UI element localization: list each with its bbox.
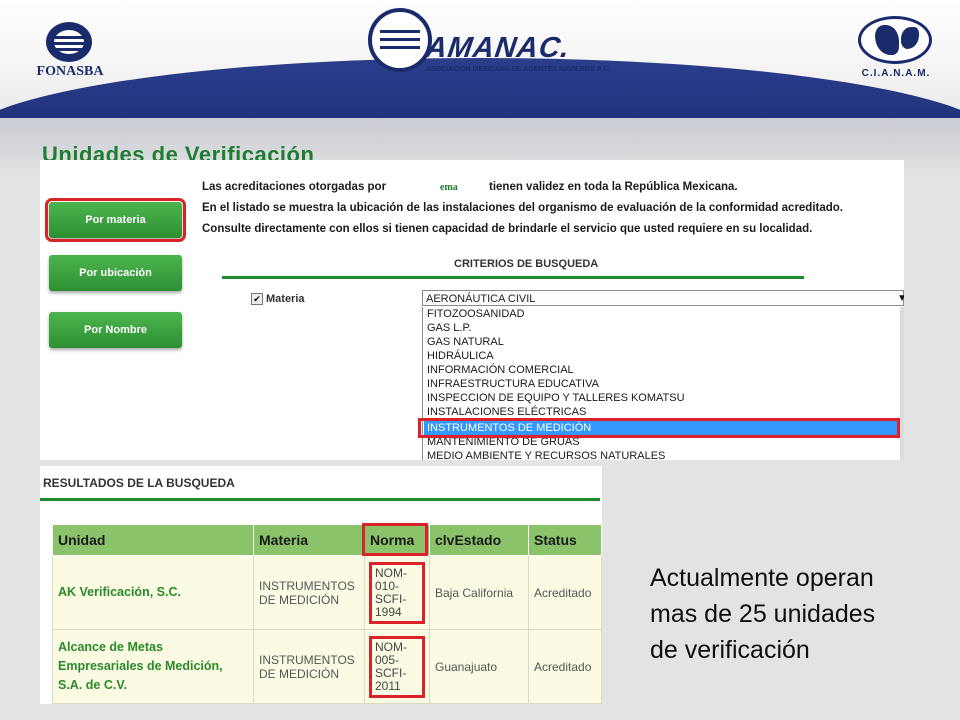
globe-icon [858,16,932,64]
cell-unidad[interactable]: AK Verificación, S.C. [52,555,254,630]
materia-line: DE MEDICIÓN [259,666,340,681]
note-line-1: Actualmente operan [650,564,874,592]
divider [40,498,600,501]
info-line-2: En el listado se muestra la ubicación de… [202,202,844,214]
fonasba-logo-text: FONASBA [36,64,104,79]
materia-checkbox[interactable]: ✔ [251,293,263,305]
slide-header: FONASBA AMANAC. ASOCIACION MEXICANA DE A… [0,0,960,118]
norma-line: 2011 [375,678,401,693]
norma-header-highlight [362,523,428,556]
table-header-row: Unidad Materia Norma clvEstado Status [52,524,602,556]
option-gas-lp[interactable]: GAS L.P. [424,321,900,335]
norma-line: SCFI- [375,665,407,680]
norma-line: 005- [375,652,400,667]
amanac-logo-text: AMANAC. [423,32,573,64]
por-ubicacion-button[interactable]: Por ubicación [49,255,182,291]
cell-status: Acreditado [528,555,602,630]
cell-status: Acreditado [528,629,602,704]
norma-highlight: NOM- 010- SCFI- 1994 [369,561,425,624]
amanac-logo: AMANAC. ASOCIACION MEXICANA DE AGENTES N… [368,8,611,82]
norma-line: SCFI- [375,591,407,606]
option-infraestructura-educativa[interactable]: INFRAESTRUCTURA EDUCATIVA [424,377,900,391]
fonasba-logo: FONASBA [28,22,112,84]
option-hidraulica[interactable]: HIDRÁULICA [424,349,900,363]
table-row: Alcance de Metas Empresariales de Medici… [52,629,602,704]
fonasba-emblem-icon [46,22,92,62]
norma-highlight: NOM- 005- SCFI- 2011 [369,635,425,698]
unidad-line: Empresariales de Medición, [58,659,223,673]
selected-option-highlight [418,418,900,438]
info-line-3: Consulte directamente con ellos si tiene… [202,223,813,235]
results-heading: RESULTADOS DE LA BUSQUEDA [43,476,235,490]
summary-note: Actualmente operan mas de 25 unidades de… [650,560,940,668]
norma-line: 1994 [375,604,402,619]
option-medio-ambiente[interactable]: MEDIO AMBIENTE Y RECURSOS NATURALES [424,449,900,460]
option-gas-natural[interactable]: GAS NATURAL [424,335,900,349]
col-clvestado: clvEstado [429,524,529,556]
cell-estado: Guanajuato [429,629,529,704]
cell-norma: NOM- 005- SCFI- 2011 [364,629,430,704]
amanac-logo-subtitle: ASOCIACION MEXICANA DE AGENTES NAVIEROS … [426,66,611,73]
info-line-1b: tienen validez en toda la República Mexi… [489,181,738,193]
por-nombre-button[interactable]: Por Nombre [49,312,182,348]
cell-unidad[interactable]: Alcance de Metas Empresariales de Medici… [52,629,254,704]
norma-line: NOM- [375,565,407,580]
ship-icon [368,8,432,72]
info-line-1a: Las acreditaciones otorgadas por [202,181,387,193]
cell-materia: INSTRUMENTOS DE MEDICIÓN [253,629,365,704]
materia-select-value: AERONÁUTICA CIVIL [426,293,536,305]
por-materia-button[interactable]: Por materia [45,198,186,242]
cianam-logo-text: C.I.A.N.A.M. [861,68,931,79]
materia-line: DE MEDICIÓN [259,592,340,607]
search-panel: Por materia Por ubicación Por Nombre Las… [40,160,904,460]
materia-line: INSTRUMENTOS [259,578,355,593]
materia-line: INSTRUMENTOS [259,652,355,667]
option-fitozoosanidad[interactable]: FITOZOOSANIDAD [424,307,900,321]
norma-line: NOM- [375,639,407,654]
option-instalaciones-electricas[interactable]: INSTALACIONES ELÉCTRICAS [424,405,900,419]
norma-line: 010- [375,578,400,593]
cell-norma: NOM- 010- SCFI- 1994 [364,555,430,630]
cell-materia: INSTRUMENTOS DE MEDICIÓN [253,555,365,630]
cell-estado: Baja California [429,555,529,630]
note-line-2: mas de 25 unidades [650,600,876,628]
listbox-scrollbar[interactable] [900,307,904,460]
materia-label: Materia [266,293,305,305]
cianam-logo: C.I.A.N.A.M. [850,16,942,84]
unidad-line: AK Verificación, S.C. [58,585,181,599]
results-panel: RESULTADOS DE LA BUSQUEDA Unidad Materia… [40,466,602,704]
chevron-down-icon[interactable]: ▼ [897,291,904,307]
note-line-3: de verificación [650,636,810,664]
col-materia: Materia [253,524,365,556]
unidad-line: Alcance de Metas [58,640,163,654]
table-row: AK Verificación, S.C. INSTRUMENTOS DE ME… [52,555,602,630]
criterios-heading: CRITERIOS DE BUSQUEDA [454,258,599,270]
materia-select[interactable]: AERONÁUTICA CIVIL ▼ [422,290,904,306]
unidad-line: S.A. de C.V. [58,678,128,692]
results-table: Unidad Materia Norma clvEstado Status AK… [52,524,602,704]
col-unidad: Unidad [52,524,254,556]
option-informacion-comercial[interactable]: INFORMACIÓN COMERCIAL [424,363,900,377]
option-inspeccion-komatsu[interactable]: INSPECCION DE EQUIPO Y TALLERES KOMATSU [424,391,900,405]
divider [222,276,804,279]
ema-logo: ema [440,182,458,193]
col-status: Status [528,524,602,556]
